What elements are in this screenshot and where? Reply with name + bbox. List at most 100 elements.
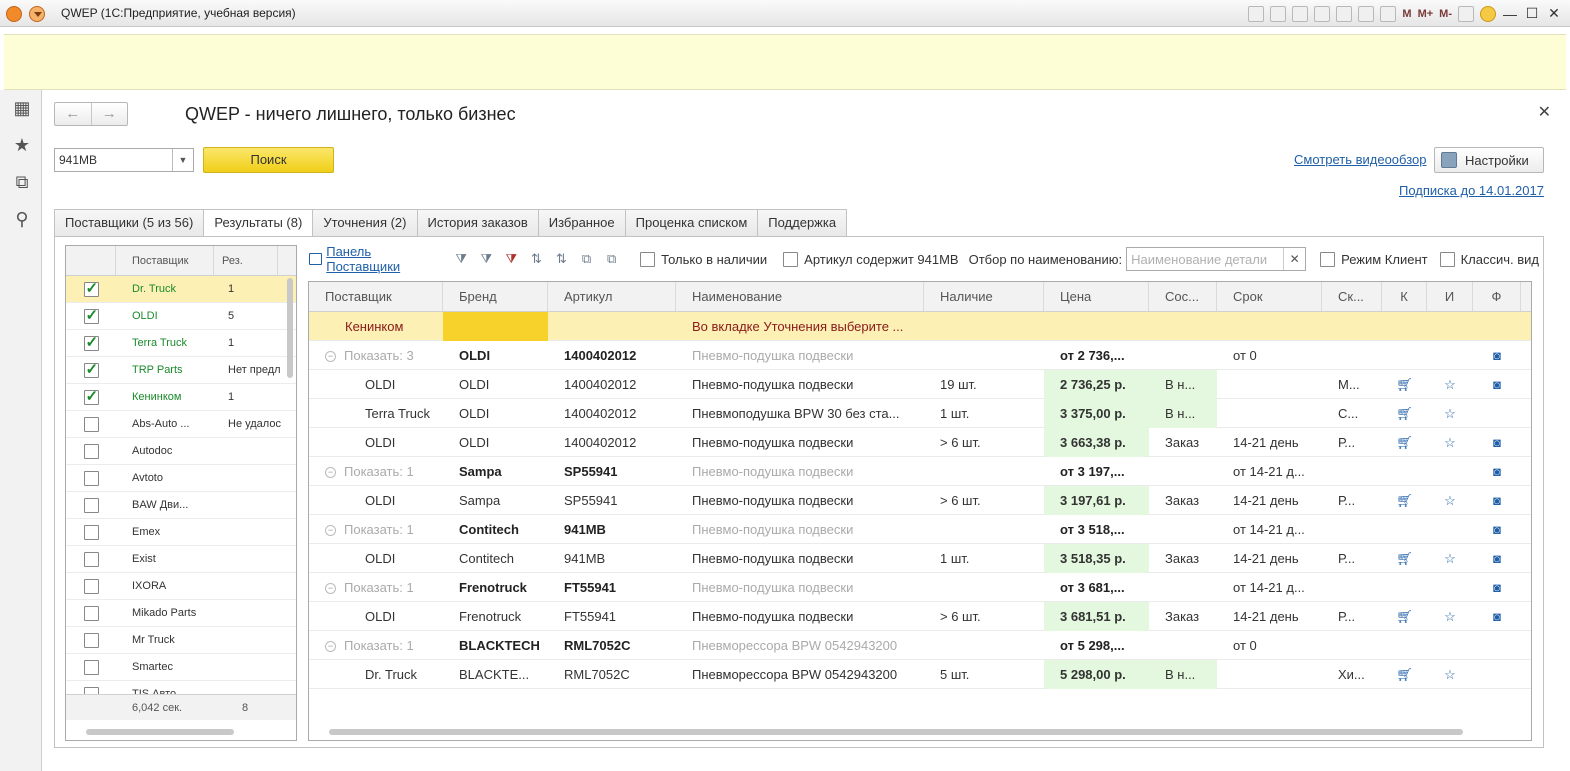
supplier-checkbox[interactable]: [83, 306, 99, 324]
supplier-checkbox[interactable]: [83, 360, 99, 378]
column-header[interactable]: Срок: [1217, 282, 1322, 311]
supplier-checkbox[interactable]: [83, 333, 99, 351]
supplier-row[interactable]: BAW Дви...: [66, 492, 296, 519]
suppliers-horizontal-scrollbar[interactable]: [86, 729, 234, 735]
checkbox[interactable]: [640, 251, 656, 267]
supplier-row[interactable]: Dr. Truck 1: [66, 276, 296, 303]
photo-icon[interactable]: ◙: [1473, 602, 1521, 631]
calculator-icon[interactable]: [1358, 5, 1375, 22]
favorites-star-icon[interactable]: ★: [12, 135, 32, 155]
supplier-row[interactable]: Mr Truck: [66, 627, 296, 654]
favorite-star-icon[interactable]: ☆: [1427, 486, 1473, 515]
column-header[interactable]: Сос...: [1149, 282, 1217, 311]
supplier-row[interactable]: Autodoc: [66, 438, 296, 465]
tab-support[interactable]: Поддержка: [758, 209, 848, 237]
tab-results[interactable]: Результаты (8): [204, 209, 314, 237]
supplier-checkbox[interactable]: [83, 524, 99, 540]
search-field[interactable]: ▼: [54, 148, 194, 172]
photo-icon[interactable]: ◙: [1473, 573, 1521, 602]
offer-row[interactable]: Terra Truck OLDI 1400402012 Пневмоподушка B…: [309, 398, 1531, 428]
favorite-star-icon[interactable]: ☆: [1427, 370, 1473, 399]
photo-icon[interactable]: ◙: [1473, 428, 1521, 457]
collapse-icon[interactable]: −: [325, 582, 336, 594]
supplier-row[interactable]: Exist: [66, 546, 296, 573]
window-close-icon[interactable]: ✕: [1546, 5, 1562, 22]
offer-row[interactable]: Dr. Truck BLACKTE... RML7052C Пневморессора…: [309, 659, 1531, 689]
tab-refinements[interactable]: Уточнения (2): [313, 209, 418, 237]
collapse-icon[interactable]: −: [325, 350, 336, 362]
offer-row[interactable]: OLDI OLDI 1400402012 Пневмо-подушка подвеск…: [309, 369, 1531, 399]
favorite-star-icon[interactable]: ☆: [1427, 399, 1473, 428]
panel-toggle-icon[interactable]: [309, 253, 323, 265]
search-button[interactable]: Поиск: [203, 147, 334, 173]
tab-favorites[interactable]: Избранное: [538, 209, 626, 237]
favorite-star-icon[interactable]: ☆: [1427, 602, 1473, 631]
photo-icon[interactable]: ◙: [1473, 457, 1521, 486]
add-to-cart-icon[interactable]: 🛒︎: [1382, 486, 1427, 515]
dropdown-arrow-icon[interactable]: ▼: [172, 149, 193, 171]
photo-icon[interactable]: ◙: [1473, 544, 1521, 573]
checkbox[interactable]: [1439, 251, 1455, 267]
photo-icon[interactable]: ◙: [1473, 341, 1521, 370]
article-contains-checkbox[interactable]: Артикул содержит 941MB: [783, 251, 959, 267]
favorite-star-icon[interactable]: ☆: [1427, 428, 1473, 457]
column-header[interactable]: Артикул: [548, 282, 676, 311]
group-toggle[interactable]: − Показать: 3: [309, 341, 443, 370]
favorite-star-icon[interactable]: ☆: [1427, 544, 1473, 573]
supplier-checkbox[interactable]: [83, 497, 99, 513]
group-toggle[interactable]: − Показать: 1: [309, 631, 443, 660]
supplier-row[interactable]: Mikado Parts: [66, 600, 296, 627]
settings-button[interactable]: Настройки: [1434, 147, 1544, 173]
photo-icon[interactable]: ◙: [1473, 515, 1521, 544]
copy-icon[interactable]: ⧉: [580, 252, 593, 266]
supplier-checkbox[interactable]: [83, 387, 99, 405]
sort-descending-icon[interactable]: ⇅: [555, 252, 568, 266]
form-close-icon[interactable]: ✕: [1538, 102, 1551, 122]
tab-order-history[interactable]: История заказов: [417, 209, 539, 237]
name-filter-input[interactable]: [1127, 248, 1284, 270]
result-column-header[interactable]: Рез.: [214, 246, 278, 275]
calendar-icon[interactable]: [1380, 5, 1397, 22]
print-icon[interactable]: [1270, 5, 1287, 22]
filter-settings-icon[interactable]: ⧩: [480, 252, 493, 266]
main-menu-icon[interactable]: [29, 6, 45, 22]
notice-row[interactable]: Кенинком Во вкладке Уточнения выберите .…: [309, 311, 1531, 341]
subscription-link[interactable]: Подписка до 14.01.2017: [1399, 183, 1544, 198]
memory-button[interactable]: M: [1402, 8, 1411, 20]
suppliers-vertical-scrollbar[interactable]: [287, 278, 293, 378]
history-icon[interactable]: ⧉: [12, 172, 32, 192]
column-header[interactable]: Бренд: [443, 282, 548, 311]
add-to-cart-icon[interactable]: 🛒︎: [1382, 370, 1427, 399]
client-mode-checkbox[interactable]: Режим Клиент: [1320, 251, 1428, 267]
group-row[interactable]: − Показать: 3 OLDI 1400402012 Пневмо-подушка…: [309, 341, 1531, 370]
name-filter-field[interactable]: ✕: [1126, 247, 1307, 271]
supplier-row[interactable]: Кенинком 1: [66, 384, 296, 411]
collapse-icon[interactable]: −: [325, 640, 336, 652]
add-to-cart-icon[interactable]: 🛒︎: [1382, 602, 1427, 631]
offer-row[interactable]: OLDI Sampa SP55941 Пневмо-подушка подвески >…: [309, 485, 1531, 515]
save-icon[interactable]: [1248, 5, 1265, 22]
clear-input-icon[interactable]: ✕: [1283, 248, 1305, 270]
checkbox[interactable]: [783, 251, 799, 267]
supplier-row[interactable]: Emex: [66, 519, 296, 546]
supplier-checkbox[interactable]: [83, 416, 99, 432]
supplier-checkbox[interactable]: [83, 279, 99, 297]
tab-list-pricing[interactable]: Проценка списком: [625, 209, 759, 237]
add-to-cart-icon[interactable]: 🛒︎: [1382, 428, 1427, 457]
results-horizontal-scrollbar[interactable]: [329, 729, 1463, 735]
checkbox[interactable]: [1320, 251, 1336, 267]
favorites-icon[interactable]: [1314, 5, 1331, 22]
supplier-column-header[interactable]: Поставщик: [116, 246, 214, 275]
memory-plus-button[interactable]: M+: [1418, 8, 1434, 20]
group-toggle[interactable]: − Показать: 1: [309, 457, 443, 486]
search-input[interactable]: [55, 149, 172, 171]
sections-grid-icon[interactable]: ▦: [12, 98, 32, 118]
column-header[interactable]: Ф: [1473, 282, 1521, 311]
maximize-icon[interactable]: ☐: [1524, 5, 1540, 22]
group-row[interactable]: − Показать: 1 Sampa SP55941 Пневмо-подушка п…: [309, 457, 1531, 486]
supplier-row[interactable]: Terra Truck 1: [66, 330, 296, 357]
memory-minus-button[interactable]: M-: [1439, 8, 1452, 20]
collapse-icon[interactable]: −: [325, 524, 336, 536]
supplier-row[interactable]: IXORA: [66, 573, 296, 600]
supplier-checkbox[interactable]: [83, 443, 99, 459]
